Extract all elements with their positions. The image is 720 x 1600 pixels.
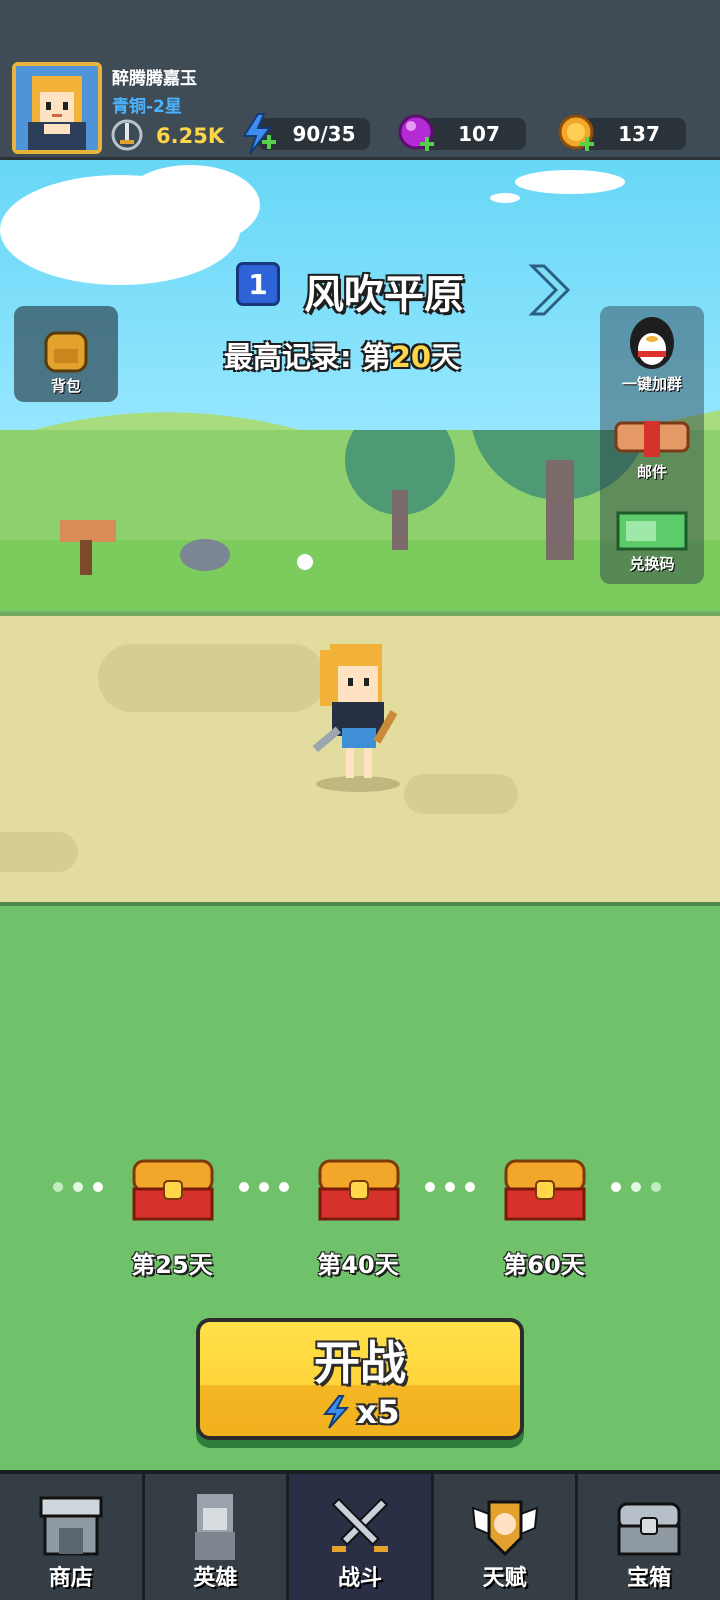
nav-hero[interactable]: 英雄	[144, 1474, 290, 1600]
progress-dots	[611, 1182, 661, 1192]
nav-talent[interactable]: 天赋	[433, 1474, 579, 1600]
bottom-navigation: 商店 英雄 战斗 天赋 宝箱	[0, 1470, 720, 1600]
coin-value: 137	[618, 122, 660, 146]
top-status-bar: 醉腾腾嘉玉 青铜-2星 6.25K 90/35 107 137	[0, 0, 720, 160]
nav-chest[interactable]: 宝箱	[578, 1474, 720, 1600]
best-record: 最高记录: 第20天	[224, 334, 460, 376]
penguin-icon	[630, 317, 674, 369]
stage-name: 风吹平原	[304, 272, 464, 318]
mail-label: 邮件	[636, 463, 667, 481]
energy-icon	[322, 1395, 349, 1429]
nav-chest-label: 宝箱	[627, 1566, 672, 1591]
energy-plus-icon[interactable]	[236, 112, 280, 156]
nav-hero-label: 英雄	[193, 1566, 238, 1591]
redeem-code-label: 兑换码	[629, 555, 675, 573]
battle-cost-value: x5	[356, 1393, 400, 1431]
gem-value: 107	[458, 122, 500, 146]
chest-icon	[617, 1502, 681, 1556]
progress-dots	[425, 1182, 475, 1192]
reward-chest-icon[interactable]	[128, 1155, 218, 1225]
reward-chest-icon[interactable]	[500, 1155, 590, 1225]
start-battle-button[interactable]: 开战 x5	[196, 1318, 524, 1440]
coin-plus-icon[interactable]	[556, 112, 600, 156]
progress-dots	[53, 1182, 103, 1192]
reward-chest-icon[interactable]	[314, 1155, 404, 1225]
join-group-button[interactable]: 一键加群	[600, 306, 704, 400]
combat-power-value: 6.25K	[156, 124, 225, 148]
nav-talent-label: 天赋	[482, 1566, 527, 1591]
record-suffix: 天	[431, 340, 461, 374]
mail-button[interactable]: 邮件	[600, 410, 704, 488]
record-day: 20	[390, 340, 432, 374]
reward-day-label: 第25天	[131, 1251, 213, 1279]
nav-shop[interactable]: 商店	[0, 1474, 145, 1600]
stage-number-badge: 1	[236, 262, 280, 306]
swords-icon	[331, 1497, 389, 1552]
nav-shop-label: 商店	[48, 1566, 93, 1591]
energy-value: 90/35	[292, 122, 356, 146]
mail-scroll-icon	[614, 421, 690, 457]
player-rank: 青铜-2星	[112, 97, 182, 117]
nav-battle-label: 战斗	[337, 1566, 382, 1591]
hero-sprite	[312, 644, 400, 792]
hero-portrait-icon	[16, 66, 98, 150]
player-avatar[interactable]	[12, 62, 102, 154]
redeem-code-button[interactable]: 兑换码	[600, 498, 704, 580]
combat-power-icon	[111, 119, 143, 151]
record-prefix: 最高记录: 第	[224, 340, 391, 374]
start-battle-label: 开战	[314, 1336, 406, 1390]
join-group-label: 一键加群	[621, 375, 682, 393]
talent-icon	[471, 1500, 538, 1557]
nav-battle[interactable]: 战斗	[289, 1474, 434, 1600]
next-stage-arrow-icon[interactable]	[528, 262, 572, 318]
redeem-ticket-icon	[616, 511, 688, 551]
reward-day-label: 第40天	[317, 1251, 399, 1279]
hero-icon	[195, 1494, 236, 1560]
backpack-icon	[44, 331, 88, 373]
shop-icon	[39, 1496, 103, 1556]
battle-energy-cost: x5	[321, 1393, 400, 1431]
gem-plus-icon[interactable]	[396, 112, 440, 156]
backpack-label: 背包	[50, 377, 81, 395]
player-name: 醉腾腾嘉玉	[112, 69, 197, 89]
reward-day-label: 第60天	[503, 1251, 585, 1279]
progress-dots	[239, 1182, 289, 1192]
backpack-button[interactable]: 背包	[14, 306, 118, 402]
